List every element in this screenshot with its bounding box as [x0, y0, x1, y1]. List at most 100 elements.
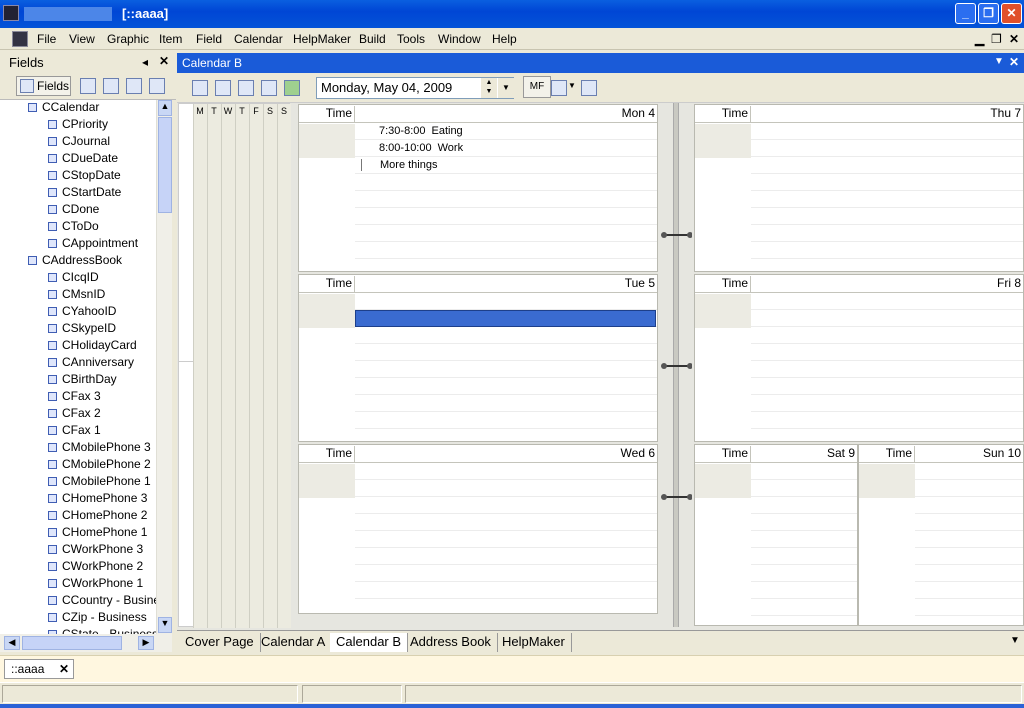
- grid-icon[interactable]: [581, 80, 597, 96]
- menu-window[interactable]: Window: [438, 32, 481, 46]
- tree-item[interactable]: CFax 3: [48, 389, 101, 406]
- time-slot[interactable]: [751, 548, 857, 565]
- day-block[interactable]: Time Tue 5: [298, 274, 658, 442]
- day-block[interactable]: Time Fri 8: [694, 274, 1024, 442]
- menu-tools[interactable]: Tools: [397, 32, 425, 46]
- menu-helpmaker[interactable]: HelpMaker: [293, 32, 351, 46]
- tree-item[interactable]: CDone: [48, 202, 99, 219]
- time-slot[interactable]: [751, 242, 1023, 259]
- minical-column[interactable]: [207, 104, 221, 628]
- tree-item[interactable]: CToDo: [48, 219, 99, 236]
- time-slot[interactable]: [751, 463, 857, 480]
- note-item[interactable]: More things: [361, 159, 437, 171]
- tree-item[interactable]: CWorkPhone 3: [48, 542, 143, 559]
- date-spinner[interactable]: ▲ ▼: [481, 78, 497, 98]
- doc-dropdown-icon[interactable]: ▼: [994, 56, 1004, 67]
- tab-helpmaker[interactable]: HelpMaker: [496, 633, 572, 652]
- time-slot[interactable]: [751, 395, 1023, 412]
- time-slot[interactable]: [915, 599, 1023, 616]
- time-slot[interactable]: [355, 412, 657, 429]
- time-slot[interactable]: [751, 310, 1023, 327]
- tree-group[interactable]: CCalendar: [28, 100, 99, 117]
- mdi-minimize-icon[interactable]: ▁: [975, 32, 984, 46]
- time-slot[interactable]: [915, 514, 1023, 531]
- tab-cover-page[interactable]: Cover Page: [179, 633, 261, 652]
- tree-item[interactable]: CWorkPhone 1: [48, 576, 143, 593]
- time-slot[interactable]: [751, 480, 857, 497]
- tree-item[interactable]: CBirthDay: [48, 372, 117, 389]
- time-slot[interactable]: [751, 140, 1023, 157]
- menu-item[interactable]: Item: [159, 32, 182, 46]
- tree-item[interactable]: CFax 1: [48, 423, 101, 440]
- time-slot[interactable]: [751, 208, 1023, 225]
- scroll-down-icon[interactable]: ▼: [158, 617, 172, 633]
- time-slot[interactable]: [915, 531, 1023, 548]
- tree-item[interactable]: CMobilePhone 3: [48, 440, 151, 457]
- minical-column[interactable]: [249, 104, 263, 628]
- day-block[interactable]: Time Thu 7: [694, 104, 1024, 272]
- time-slot[interactable]: [751, 225, 1023, 242]
- mf-button[interactable]: MF: [523, 76, 551, 98]
- tree-item[interactable]: CHolidayCard: [48, 338, 137, 355]
- field-props-icon[interactable]: [149, 78, 165, 94]
- tree-item[interactable]: CPriority: [48, 117, 108, 134]
- time-slot[interactable]: [355, 242, 657, 259]
- tree-group[interactable]: CAddressBook: [28, 253, 122, 270]
- day-view-icon[interactable]: [192, 80, 208, 96]
- calendar-dropdown-icon[interactable]: [551, 80, 567, 96]
- menu-calendar[interactable]: Calendar: [234, 32, 283, 46]
- scroll-right-icon[interactable]: ▶: [138, 636, 154, 650]
- fields-button[interactable]: Fields: [16, 76, 71, 96]
- mdi-close-icon[interactable]: ✕: [1009, 32, 1019, 46]
- time-slot[interactable]: [751, 327, 1023, 344]
- tab-calendar-b[interactable]: Calendar B: [330, 633, 409, 652]
- time-slot[interactable]: [355, 174, 657, 191]
- appointment[interactable]: 8:00-10:00 Work: [379, 142, 463, 154]
- time-slot[interactable]: [915, 480, 1023, 497]
- tree-item[interactable]: CYahooID: [48, 304, 116, 321]
- time-slot[interactable]: [751, 531, 857, 548]
- tree-item[interactable]: CFax 2: [48, 406, 101, 423]
- time-slot[interactable]: [355, 225, 657, 242]
- minical-column[interactable]: [263, 104, 277, 628]
- tree-item[interactable]: CJournal: [48, 134, 110, 151]
- hscroll-thumb[interactable]: [22, 636, 122, 650]
- day-block[interactable]: Time Sat 9: [694, 444, 858, 626]
- tree-item[interactable]: CDueDate: [48, 151, 118, 168]
- appointment[interactable]: 7:30-8:00 Eating: [379, 125, 463, 137]
- tabs-dropdown-icon[interactable]: ▼: [1010, 635, 1020, 646]
- scroll-up-icon[interactable]: ▲: [158, 100, 172, 116]
- time-slot[interactable]: [751, 123, 1023, 140]
- maximize-button[interactable]: ❐: [978, 3, 999, 24]
- time-slot[interactable]: [355, 327, 657, 344]
- tree-item[interactable]: CMobilePhone 1: [48, 474, 151, 491]
- minical-column[interactable]: [235, 104, 249, 628]
- tree-vertical-scrollbar[interactable]: ▲ ▼: [156, 100, 172, 634]
- time-slot[interactable]: [751, 293, 1023, 310]
- time-slot[interactable]: [355, 361, 657, 378]
- time-slot[interactable]: [355, 565, 657, 582]
- day-block[interactable]: Time Wed 6: [298, 444, 658, 614]
- menu-app-icon[interactable]: [12, 31, 28, 47]
- time-slot[interactable]: [751, 582, 857, 599]
- time-slot[interactable]: [751, 412, 1023, 429]
- tree-horizontal-scrollbar[interactable]: ◀ ▶: [0, 634, 172, 652]
- scroll-left-icon[interactable]: ◀: [4, 636, 20, 650]
- time-slot[interactable]: [355, 582, 657, 599]
- tree-item[interactable]: CCountry - Business: [48, 593, 172, 610]
- bottom-tab[interactable]: ::aaaa ✕: [4, 659, 74, 679]
- time-slot[interactable]: [355, 395, 657, 412]
- tree-item[interactable]: CHomePhone 2: [48, 508, 147, 525]
- tree-item[interactable]: CZip - Business: [48, 610, 147, 627]
- sort-down-icon[interactable]: [126, 78, 142, 94]
- menu-graphic[interactable]: Graphic: [107, 32, 149, 46]
- tree-item[interactable]: CStartDate: [48, 185, 121, 202]
- time-slot[interactable]: [355, 344, 657, 361]
- minimize-button[interactable]: _: [955, 3, 976, 24]
- tree-item[interactable]: CWorkPhone 2: [48, 559, 143, 576]
- scroll-thumb[interactable]: [158, 117, 172, 213]
- time-slot[interactable]: [751, 191, 1023, 208]
- menu-file[interactable]: File: [37, 32, 56, 46]
- time-slot[interactable]: [355, 480, 657, 497]
- doc-close-icon[interactable]: ✕: [1009, 55, 1019, 69]
